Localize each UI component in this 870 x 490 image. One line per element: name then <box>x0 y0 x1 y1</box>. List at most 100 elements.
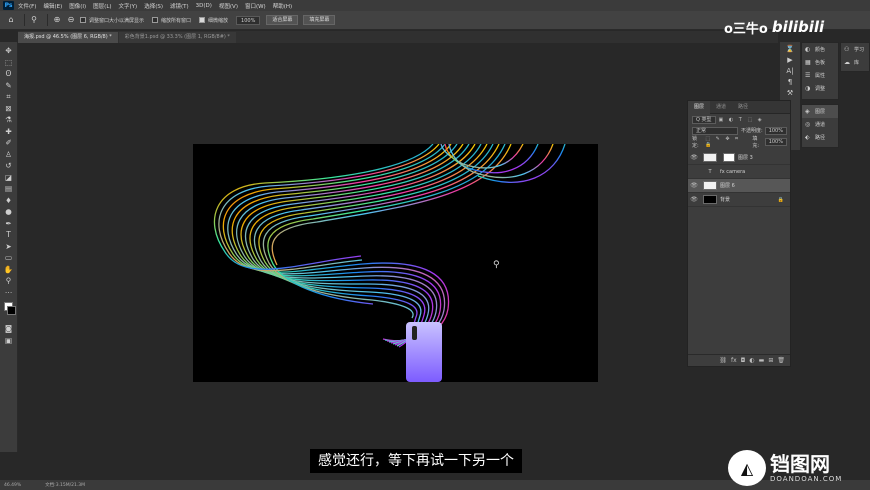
frame-icon[interactable]: ⊠ <box>3 103 15 115</box>
document-canvas[interactable] <box>193 144 598 382</box>
move-icon[interactable]: ✥ <box>3 45 15 57</box>
menu-layer[interactable]: 图层(L) <box>93 2 111 10</box>
pen-icon[interactable]: ✒ <box>3 218 15 230</box>
fx-icon[interactable]: fx <box>731 357 737 364</box>
menu-edit[interactable]: 编辑(E) <box>43 2 62 10</box>
visibility-eye-icon[interactable]: 👁 <box>688 182 700 189</box>
phone-image <box>406 322 442 382</box>
zoom-value-field[interactable]: 100% <box>236 15 261 25</box>
zoom-in-icon[interactable]: ⊕ <box>52 15 62 25</box>
checkbox-box[interactable] <box>199 17 206 23</box>
zoom-all-checkbox[interactable]: 缩放所有窗口 <box>152 17 191 24</box>
character-icon[interactable]: ¶ <box>788 78 792 86</box>
new-layer-icon[interactable]: ⊞ <box>768 357 773 364</box>
zoom-level[interactable]: 46.49% <box>4 483 21 488</box>
mask-icon[interactable]: ◘ <box>741 357 746 364</box>
tab-layers[interactable]: 图层 <box>688 100 711 114</box>
layer-row[interactable]: 👁 背景 🔒 <box>688 193 790 207</box>
zoom-icon[interactable]: ⚲ <box>3 275 15 287</box>
fit-screen-button[interactable]: 适合屏幕 <box>266 15 299 25</box>
history-brush-icon[interactable]: ↺ <box>3 160 15 172</box>
layer-mask-thumbnail[interactable] <box>723 153 735 162</box>
layer-row[interactable]: 👁 图层 3 <box>688 151 790 165</box>
rectangle-icon[interactable]: ▭ <box>3 252 15 264</box>
checkbox-label: 细微缩放 <box>208 17 229 24</box>
layer-row[interactable]: T fx camera <box>688 165 790 179</box>
home-icon[interactable]: ⌂ <box>6 15 16 25</box>
menu-filter[interactable]: 滤镜(T) <box>170 2 189 10</box>
brush-icon[interactable]: ✐ <box>3 137 15 149</box>
color-panel-dock: ◐ 颜色 ▦ 色板 ☰ 属性 ◑ 调整 <box>801 42 839 100</box>
dock-color[interactable]: ◐ 颜色 <box>802 43 838 56</box>
more-icon[interactable]: ⋯ <box>3 287 15 299</box>
dock-channels[interactable]: ◎ 通道 <box>802 118 838 131</box>
layer-name[interactable]: 图层 3 <box>738 154 753 161</box>
dock-paths[interactable]: ⬖ 路径 <box>802 131 838 144</box>
hand-icon[interactable]: ✋ <box>3 264 15 276</box>
quick-select-icon[interactable]: ✎ <box>3 80 15 92</box>
background-color-swatch[interactable] <box>7 306 16 315</box>
filter-icons[interactable]: ▣ ◐ T ⬚ ◈ <box>719 117 764 123</box>
group-icon[interactable]: ▬ <box>759 357 765 364</box>
gradient-icon[interactable]: ▤ <box>3 183 15 195</box>
checkbox-box[interactable] <box>152 17 159 23</box>
checkbox-box[interactable] <box>80 17 86 23</box>
resize-windows-checkbox[interactable]: 调整窗口大小以满屏显示 <box>80 17 144 24</box>
menu-view[interactable]: 视图(V) <box>219 2 238 10</box>
fill-screen-button[interactable]: 填充屏幕 <box>303 15 336 25</box>
lock-icons[interactable]: ⬚ ✎ ✥ ⌗ 🔒 <box>705 136 746 148</box>
dodge-icon[interactable]: ● <box>3 206 15 218</box>
zoom-out-icon[interactable]: ⊖ <box>66 15 76 25</box>
libraries-icon: ☁ <box>844 59 850 66</box>
path-select-icon[interactable]: ➤ <box>3 241 15 253</box>
tab-poster[interactable]: 海报.psd @ 46.5% (图层 6, RGB/8) * <box>18 32 118 43</box>
tool-preset-icon[interactable]: ⚒ <box>787 89 793 97</box>
lasso-icon[interactable]: ʘ <box>3 68 15 80</box>
tab-channels[interactable]: 通道 <box>710 101 732 114</box>
actions-icon[interactable]: ▶ <box>787 56 792 64</box>
layer-name[interactable]: fx camera <box>720 169 745 175</box>
zoom-tool-icon[interactable]: ⚲ <box>29 15 39 25</box>
blur-icon[interactable]: ♦ <box>3 195 15 207</box>
dock-learn[interactable]: ⚇ 学习 <box>841 43 869 56</box>
glyph-icon[interactable]: A| <box>786 67 793 75</box>
visibility-eye-icon[interactable]: 👁 <box>688 196 700 203</box>
menu-file[interactable]: 文件(F) <box>18 2 36 10</box>
menu-3d[interactable]: 3D(D) <box>196 3 212 9</box>
layer-name[interactable]: 图层 6 <box>720 182 735 189</box>
layer-name[interactable]: 背景 <box>720 196 778 203</box>
dock-swatches[interactable]: ▦ 色板 <box>802 56 838 69</box>
blend-mode-select[interactable]: 正常 <box>692 126 738 135</box>
adjustment-layer-icon[interactable]: ◐ <box>749 357 754 364</box>
dock-properties[interactable]: ☰ 属性 <box>802 69 838 82</box>
marquee-icon[interactable]: ⬚ <box>3 57 15 69</box>
stamp-icon[interactable]: ♙ <box>3 149 15 161</box>
scrubby-zoom-checkbox[interactable]: 细微缩放 <box>199 17 228 24</box>
menu-help[interactable]: 帮助(H) <box>273 2 292 10</box>
layer-row[interactable]: 👁 图层 6 <box>688 179 790 193</box>
visibility-eye-icon[interactable]: 👁 <box>688 154 700 161</box>
kind-filter-select[interactable]: Q 类型 <box>692 115 716 124</box>
dock-libraries[interactable]: ☁ 库 <box>841 56 869 69</box>
link-icon[interactable]: ⛓ <box>719 357 727 364</box>
quick-mask-icon[interactable]: ◙ <box>3 323 15 335</box>
history-icon[interactable]: ⌛ <box>786 45 795 53</box>
tab-colorful-background[interactable]: 彩色背景1.psd @ 33.3% (图层 1, RGB/8#) * <box>118 32 236 43</box>
menu-window[interactable]: 窗口(W) <box>245 2 266 10</box>
trash-icon[interactable]: 🗑 <box>777 357 785 364</box>
menu-type[interactable]: 文字(Y) <box>119 2 138 10</box>
eraser-icon[interactable]: ◪ <box>3 172 15 184</box>
dock-layers[interactable]: ◈ 图层 <box>802 105 838 118</box>
screen-mode-icon[interactable]: ▣ <box>3 335 15 347</box>
type-icon[interactable]: T <box>3 229 15 241</box>
dock-adjustments[interactable]: ◑ 调整 <box>802 82 838 95</box>
tab-paths[interactable]: 路径 <box>732 101 754 114</box>
opacity-field[interactable]: 100% <box>764 126 787 135</box>
crop-icon[interactable]: ⌗ <box>3 91 15 103</box>
menu-image[interactable]: 图像(I) <box>69 2 86 10</box>
menu-select[interactable]: 选择(S) <box>144 2 163 10</box>
fill-field[interactable]: 100% <box>764 137 787 146</box>
healing-icon[interactable]: ✚ <box>3 126 15 138</box>
eyedropper-icon[interactable]: ⚗ <box>3 114 15 126</box>
menu-bar: Ps 文件(F) 编辑(E) 图像(I) 图层(L) 文字(Y) 选择(S) 滤… <box>0 0 870 11</box>
